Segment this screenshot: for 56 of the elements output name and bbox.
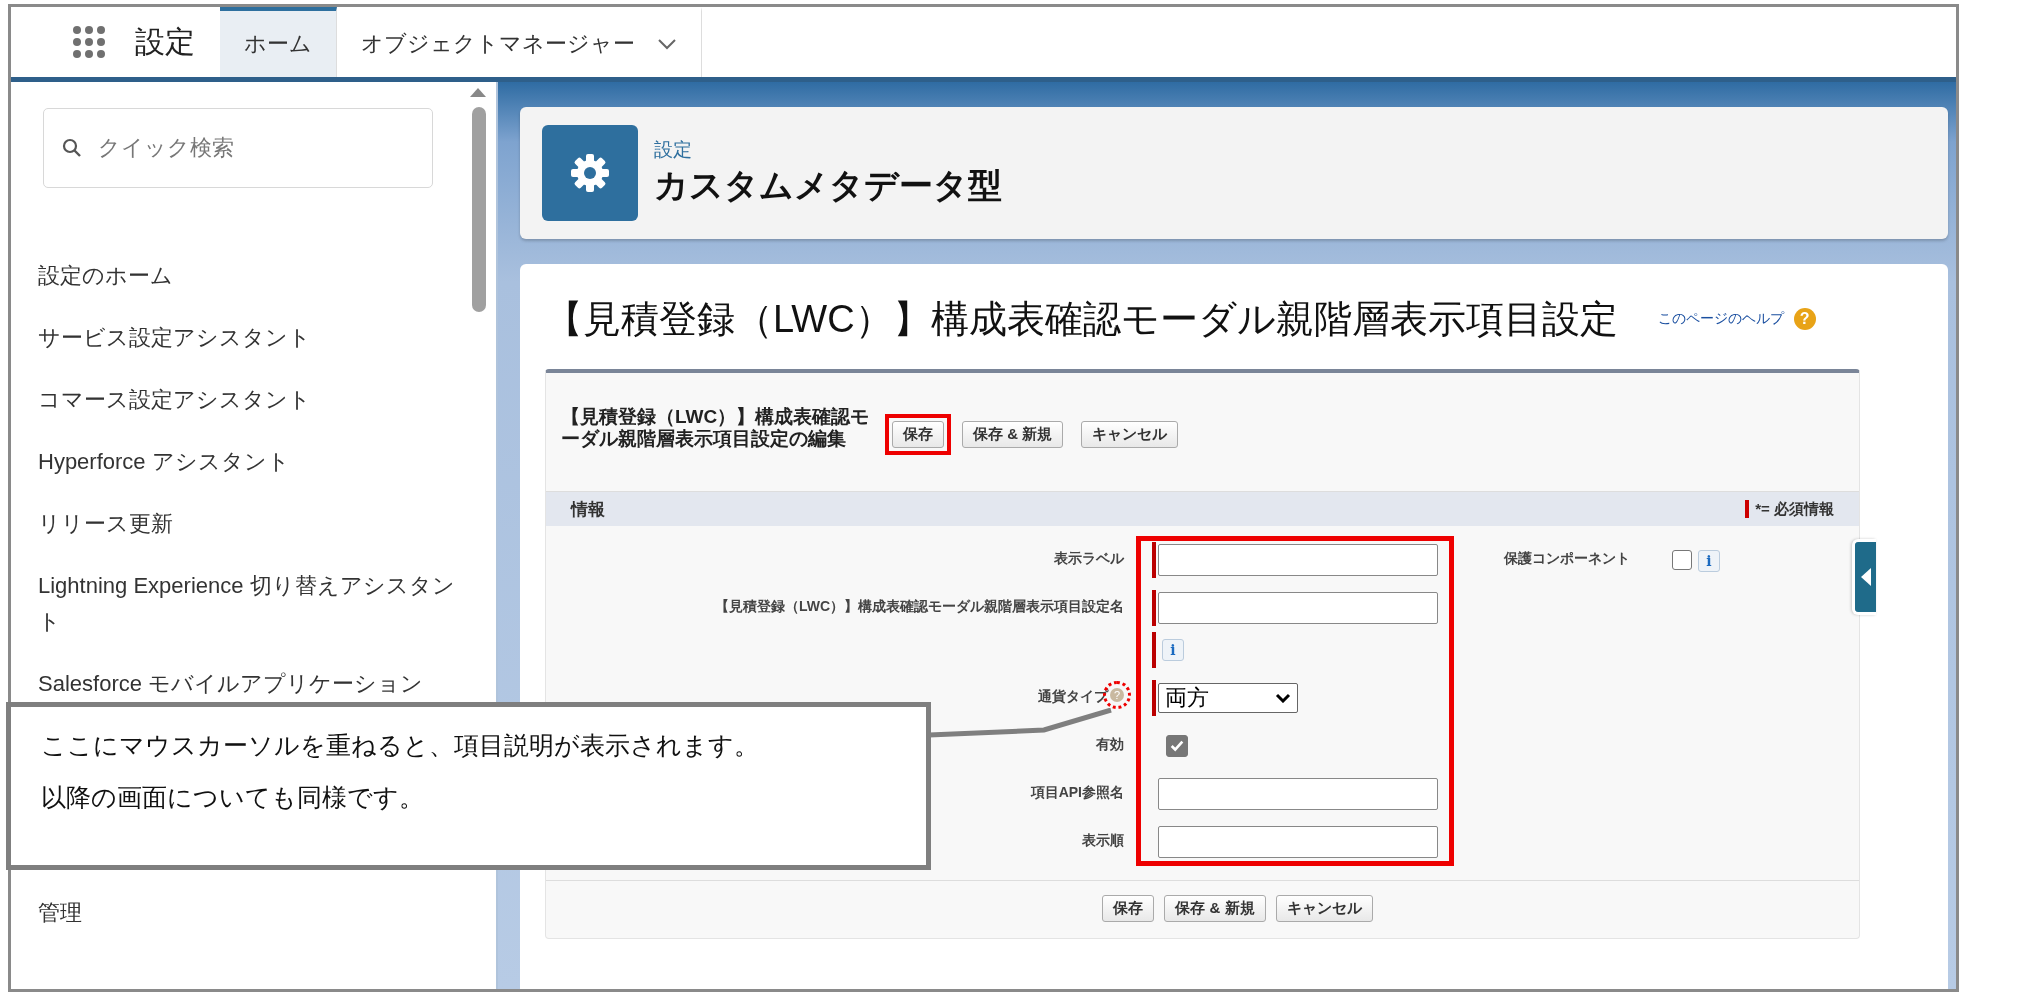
form-button[interactable]: 保存 [1102, 895, 1155, 922]
check-icon [1169, 738, 1185, 754]
form-button[interactable]: キャンセル [1081, 420, 1179, 448]
text-input[interactable] [1158, 592, 1438, 624]
required-marker [1152, 632, 1156, 668]
field-label: 表示ラベル [1054, 550, 1124, 568]
required-marker [1745, 500, 1750, 518]
sidebar-link[interactable]: Lightning Experience 切り替えアシスタント [38, 568, 463, 640]
page-title: 【見積登録（LWC）】構成表確認モーダル親階層表示項目設定 [545, 296, 1618, 342]
scrollbar-thumb[interactable] [472, 107, 486, 312]
form-title: 【見積登録（LWC）】構成表確認モーダル親階層表示項目設定の編集 [561, 406, 871, 450]
search-icon [62, 138, 82, 158]
field-label: 項目API参照名 [1030, 784, 1124, 802]
required-marker [1152, 590, 1156, 626]
breadcrumb-link[interactable]: 設定 [654, 137, 1002, 163]
gear-icon [542, 125, 638, 221]
field-label: 有効 [1096, 736, 1124, 754]
sidebar-link[interactable]: コマース設定アシスタント [38, 382, 311, 418]
form-button[interactable]: キャンセル [1275, 895, 1373, 922]
required-marker [1152, 542, 1156, 578]
scroll-up-icon[interactable] [470, 88, 486, 97]
info-icon[interactable]: i [1162, 639, 1184, 661]
field-label: 表示順 [1082, 832, 1124, 850]
section-title: 情報 [571, 498, 605, 521]
info-icon[interactable]: i [1698, 550, 1720, 572]
nav-tab[interactable]: ホーム [220, 7, 337, 77]
field-label: 保護コンポーネント [1504, 550, 1630, 568]
app-name: 設定 [135, 23, 196, 60]
sidebar-link[interactable]: サービス設定アシスタント [38, 320, 311, 356]
chevron-down-icon [657, 38, 677, 50]
sidebar-link[interactable]: Hyperforce アシスタント [38, 444, 290, 480]
required-marker [1152, 680, 1156, 716]
search-input[interactable]: クイック検索 [96, 134, 400, 162]
text-input[interactable] [1158, 826, 1438, 858]
sidebar-section-heading: 管理 [38, 899, 82, 927]
help-link[interactable]: このページのヘルプ [1657, 310, 1784, 328]
currency-select[interactable]: 両方 [1158, 683, 1298, 713]
checkbox[interactable] [1672, 550, 1692, 570]
field-label: 【見積登録（LWC）】構成表確認モーダル親階層表示項目設定名 [714, 598, 1124, 616]
callout-text: ここにマウスカーソルを重ねると、項目説明が表示されます。 [41, 730, 760, 761]
panel-toggle-button[interactable] [1852, 539, 1876, 615]
sidebar-link[interactable]: 設定のホーム [38, 258, 173, 294]
form-button[interactable]: 保存 [892, 420, 944, 448]
chevron-down-icon [1275, 693, 1291, 703]
app-launcher-icon[interactable] [73, 26, 105, 58]
page-header-title: カスタムメタデータ型 [654, 165, 1002, 206]
sidebar-link[interactable]: Salesforce モバイルアプリケーション [38, 666, 424, 702]
required-legend: *= 必須情報 [1755, 499, 1834, 519]
text-input[interactable] [1158, 544, 1438, 576]
checkbox[interactable] [1166, 735, 1188, 757]
sidebar-link[interactable]: リリース更新 [38, 506, 173, 542]
search-field[interactable]: クイック検索 [43, 108, 433, 188]
form-button[interactable]: 保存 & 新規 [1164, 895, 1266, 922]
callout-text: 以降の画面についても同様です。 [41, 782, 425, 813]
text-input[interactable] [1158, 778, 1438, 810]
form-button[interactable]: 保存 & 新規 [962, 420, 1064, 448]
